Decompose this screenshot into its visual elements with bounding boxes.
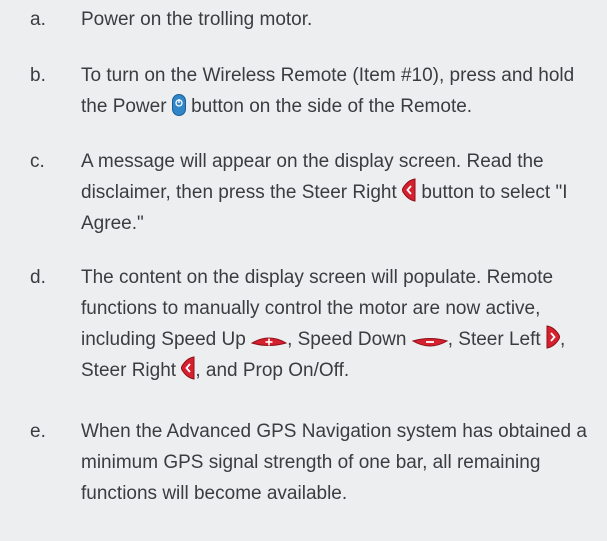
step-d: d. The content on the display screen wil… (30, 262, 590, 386)
step-letter: e. (30, 421, 46, 442)
step-a: a. Power on the trolling motor. (30, 4, 590, 35)
step-text-part: button on the side of the Remote. (191, 96, 473, 117)
speed-up-button-icon (251, 337, 288, 346)
step-letter: b. (30, 65, 46, 86)
power-button-icon (171, 94, 186, 116)
step-text-part: When the Advanced GPS Navigation system … (81, 421, 587, 504)
step-text-part: , and Prop On/Off. (195, 360, 350, 381)
step-c: c. A message will appear on the display … (30, 146, 590, 239)
step-text: When the Advanced GPS Navigation system … (81, 416, 590, 509)
steer-left-button-icon (546, 325, 560, 349)
step-letter: a. (30, 9, 46, 30)
steer-right-button-icon (402, 178, 416, 202)
step-e: e. When the Advanced GPS Navigation syst… (30, 416, 590, 509)
step-b: b. To turn on the Wireless Remote (Item … (30, 60, 590, 122)
step-text-part: , Steer Left (447, 329, 541, 350)
steer-right-button-icon (181, 356, 195, 380)
speed-down-button-icon (411, 338, 448, 347)
step-text: The content on the display screen will p… (81, 262, 590, 386)
step-text: A message will appear on the display scr… (81, 146, 590, 239)
step-letter: c. (30, 151, 45, 172)
step-text: To turn on the Wireless Remote (Item #10… (81, 60, 590, 122)
step-letter: d. (30, 267, 46, 288)
step-text-part: , Speed Down (287, 329, 407, 350)
instruction-list: a. Power on the trolling motor. b. To tu… (0, 0, 607, 541)
step-text-part: Power on the trolling motor. (81, 9, 313, 30)
step-text: Power on the trolling motor. (81, 4, 590, 35)
